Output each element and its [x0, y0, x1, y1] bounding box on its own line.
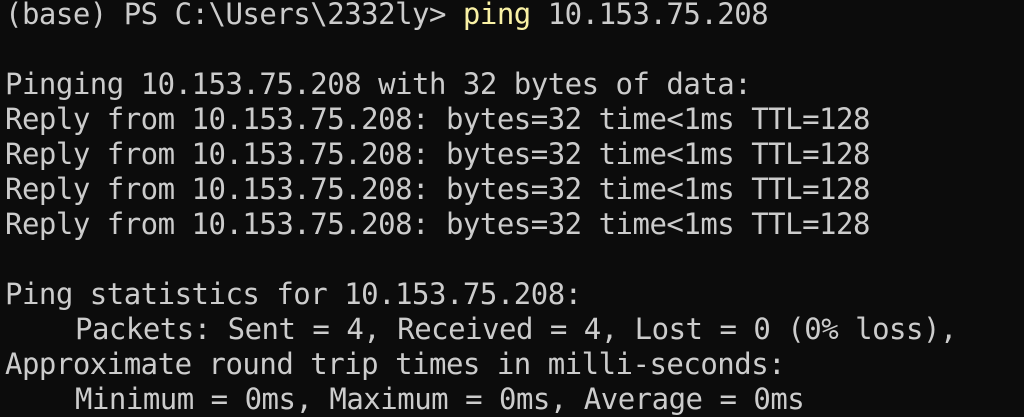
ping-header: Pinging 10.153.75.208 with 32 bytes of d… [5, 67, 752, 101]
prompt-line: (base) PS C:\Users\2332ly> ping 10.153.7… [5, 0, 1024, 32]
terminal-window[interactable]: (base) PS C:\Users\2332ly> ping 10.153.7… [0, 0, 1024, 416]
reply-line: Reply from 10.153.75.208: bytes=32 time<… [5, 172, 870, 206]
command-name: ping [462, 0, 531, 31]
reply-line: Reply from 10.153.75.208: bytes=32 time<… [5, 137, 870, 171]
reply-line: Reply from 10.153.75.208: bytes=32 time<… [5, 102, 870, 136]
reply-line: Reply from 10.153.75.208: bytes=32 time<… [5, 207, 870, 241]
rtt-values: Minimum = 0ms, Maximum = 0ms, Average = … [75, 382, 805, 416]
rtt-header: Approximate round trip times in milli-se… [5, 347, 786, 381]
command-argument: 10.153.75.208 [530, 0, 769, 31]
packets-stats: Packets: Sent = 4, Received = 4, Lost = … [75, 312, 957, 346]
stats-header: Ping statistics for 10.153.75.208: [5, 277, 582, 311]
prompt-prefix: (base) PS C:\Users\2332ly> [5, 0, 463, 31]
